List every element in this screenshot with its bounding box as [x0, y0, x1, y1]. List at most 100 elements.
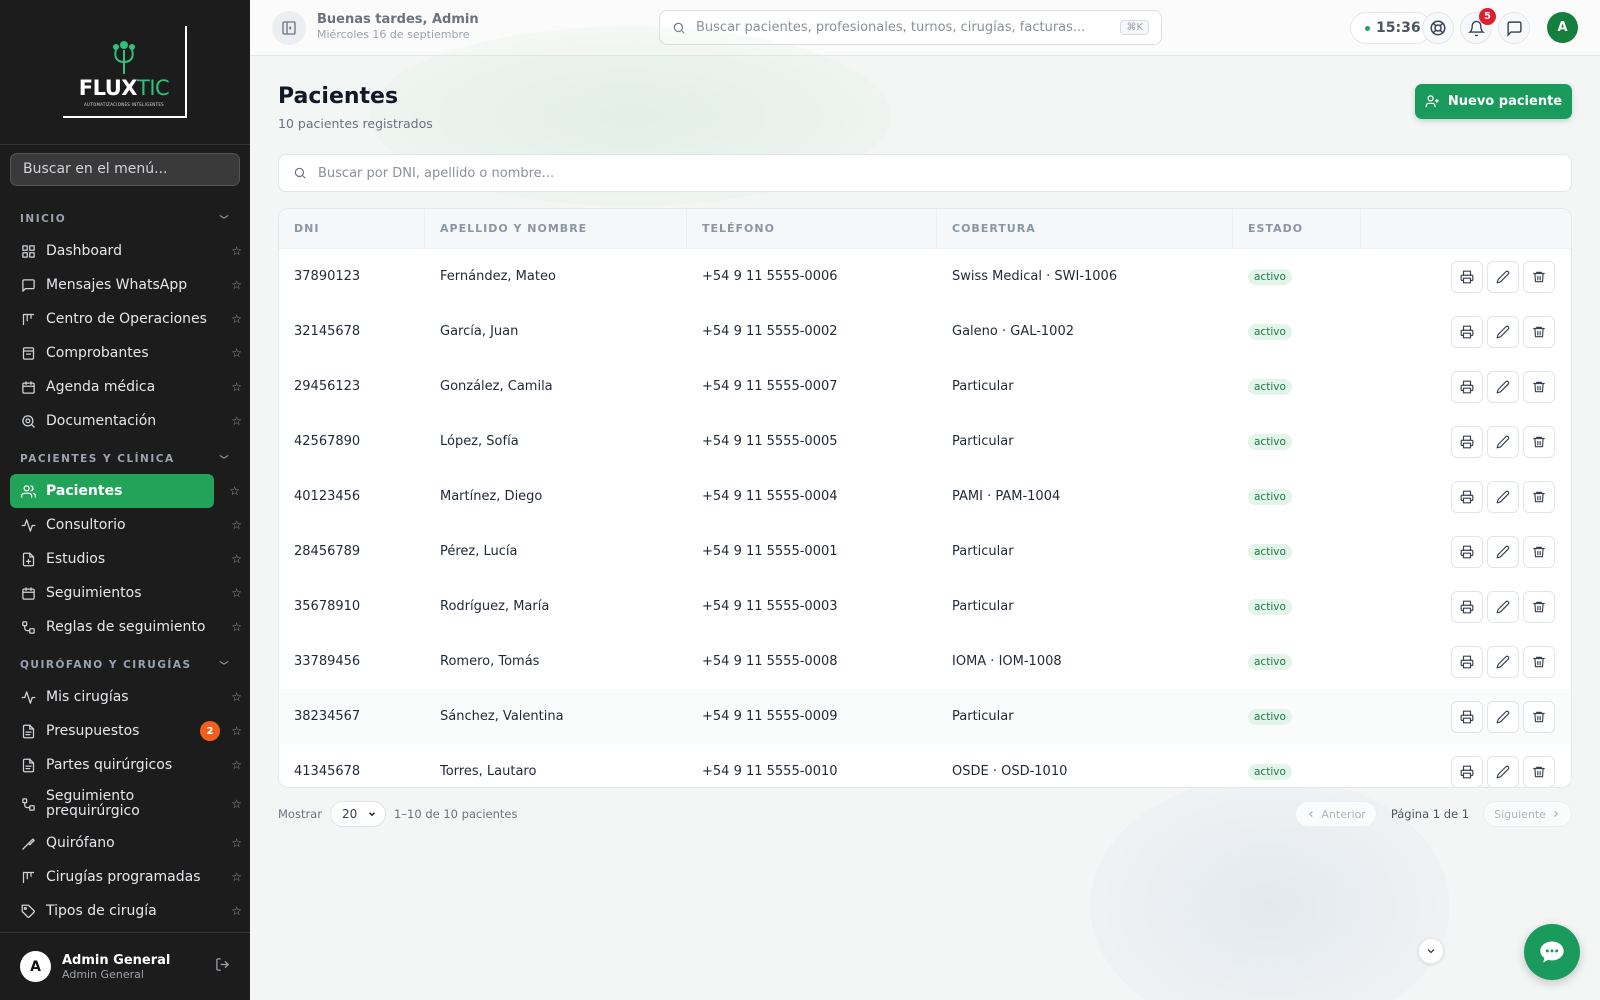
next-page-button[interactable]: Siguiente: [1483, 801, 1572, 827]
help-button[interactable]: [1422, 12, 1454, 44]
sidebar-toggle-button[interactable]: [272, 11, 306, 45]
column-header-dni[interactable]: DNI: [279, 209, 425, 248]
print-button[interactable]: [1451, 260, 1483, 293]
sidebar-item-documentacion[interactable]: Documentación ☆: [10, 404, 242, 438]
star-icon[interactable]: ☆: [231, 312, 242, 326]
delete-button[interactable]: [1523, 590, 1555, 623]
edit-button[interactable]: [1487, 590, 1519, 623]
previous-page-button[interactable]: Anterior: [1295, 801, 1377, 827]
star-icon[interactable]: ☆: [231, 758, 242, 772]
column-header-phone[interactable]: TELÉFONO: [687, 209, 937, 248]
edit-button[interactable]: [1487, 260, 1519, 293]
star-icon[interactable]: ☆: [231, 836, 242, 850]
table-row[interactable]: 42567890 López, Sofía +54 9 11 5555-0005 Pa…: [279, 414, 1571, 469]
print-button[interactable]: [1451, 370, 1483, 403]
sidebar-item-cirugias-programadas[interactable]: Cirugías programadas ☆: [10, 860, 242, 894]
scroll-down-button[interactable]: [1418, 938, 1444, 964]
star-icon[interactable]: ☆: [231, 620, 242, 634]
sidebar-item-consultorio[interactable]: Consultorio ☆: [10, 508, 242, 542]
sidebar-item-reglas-de-seguimiento[interactable]: Reglas de seguimiento ☆: [10, 610, 242, 644]
print-button[interactable]: [1451, 700, 1483, 733]
logout-icon[interactable]: [215, 957, 230, 976]
sidebar-item-centro-de-operaciones[interactable]: Centro de Operaciones ☆: [10, 302, 242, 336]
star-icon[interactable]: ☆: [231, 346, 242, 360]
sidebar-item-estudios[interactable]: Estudios ☆: [10, 542, 242, 576]
sidebar-item-presupuestos[interactable]: Presupuestos 2 ☆: [10, 714, 242, 748]
print-button[interactable]: [1451, 645, 1483, 678]
fluxtic-logo[interactable]: FLUXTIC AUTOMATIZACIONES INTELIGENTES: [63, 26, 187, 118]
star-icon[interactable]: ☆: [231, 518, 242, 532]
page-size-select[interactable]: 20: [329, 801, 386, 827]
user-avatar[interactable]: A: [20, 951, 51, 982]
sidebar-item-mis-cirugias[interactable]: Mis cirugías ☆: [10, 680, 242, 714]
edit-button[interactable]: [1487, 755, 1519, 787]
star-icon[interactable]: ☆: [231, 278, 242, 292]
star-icon[interactable]: ☆: [231, 380, 242, 394]
sidebar-item-seguimiento-prequirurgico[interactable]: Seguimiento prequirúrgico ☆: [10, 782, 242, 826]
sidebar-item-dashboard[interactable]: Dashboard ☆: [10, 234, 242, 268]
delete-button[interactable]: [1523, 425, 1555, 458]
new-patient-button[interactable]: Nuevo paciente: [1415, 84, 1572, 119]
sidebar-item-mensajes-whatsapp[interactable]: Mensajes WhatsApp ☆: [10, 268, 242, 302]
edit-button[interactable]: [1487, 645, 1519, 678]
topbar-avatar[interactable]: A: [1547, 12, 1578, 43]
sidebar-item-agenda-medica[interactable]: Agenda médica ☆: [10, 370, 242, 404]
table-row[interactable]: 38234567 Sánchez, Valentina +54 9 11 5555-…: [279, 689, 1571, 744]
table-row[interactable]: 35678910 Rodríguez, María +54 9 11 5555-00…: [279, 579, 1571, 634]
patient-search-input[interactable]: Buscar por DNI, apellido o nombre...: [278, 154, 1572, 192]
notifications-button[interactable]: 5: [1460, 8, 1496, 44]
sidebar-section-header[interactable]: INICIO ﹀: [0, 208, 250, 230]
star-icon[interactable]: ☆: [231, 552, 242, 566]
sidebar-item-comprobantes[interactable]: Comprobantes ☆: [10, 336, 242, 370]
star-icon[interactable]: ☆: [231, 904, 242, 918]
print-button[interactable]: [1451, 425, 1483, 458]
sidebar-item-partes-quirurgicos[interactable]: Partes quirúrgicos ☆: [10, 748, 242, 782]
star-icon[interactable]: ☆: [229, 484, 240, 498]
table-row[interactable]: 37890123 Fernández, Mateo +54 9 11 5555-00…: [279, 249, 1571, 304]
column-header-name[interactable]: APELLIDO Y NOMBRE: [425, 209, 687, 248]
table-row[interactable]: 33789456 Romero, Tomás +54 9 11 5555-0008 I…: [279, 634, 1571, 689]
sidebar-item-seguimientos[interactable]: Seguimientos ☆: [10, 576, 242, 610]
print-button[interactable]: [1451, 480, 1483, 513]
table-row[interactable]: 40123456 Martínez, Diego +54 9 11 5555-000…: [279, 469, 1571, 524]
star-icon[interactable]: ☆: [231, 244, 242, 258]
delete-button[interactable]: [1523, 260, 1555, 293]
edit-button[interactable]: [1487, 315, 1519, 348]
delete-button[interactable]: [1523, 700, 1555, 733]
delete-button[interactable]: [1523, 370, 1555, 403]
chat-widget-button[interactable]: [1524, 924, 1580, 980]
star-icon[interactable]: ☆: [231, 724, 242, 738]
table-row[interactable]: 28456789 Pérez, Lucía +54 9 11 5555-0001 Pa…: [279, 524, 1571, 579]
star-icon[interactable]: ☆: [231, 797, 242, 811]
delete-button[interactable]: [1523, 535, 1555, 568]
delete-button[interactable]: [1523, 755, 1555, 787]
print-button[interactable]: [1451, 315, 1483, 348]
column-header-coverage[interactable]: COBERTURA: [937, 209, 1233, 248]
delete-button[interactable]: [1523, 645, 1555, 678]
menu-search-input[interactable]: Buscar en el menú...: [10, 153, 240, 186]
sidebar-section-header[interactable]: PACIENTES Y CLÍNICA ﹀: [0, 448, 250, 470]
sidebar-section-header[interactable]: QUIRÓFANO Y CIRUGÍAS ﹀: [0, 654, 250, 676]
edit-button[interactable]: [1487, 370, 1519, 403]
sidebar-item-quirofano[interactable]: Quirófano ☆: [10, 826, 242, 860]
messages-button[interactable]: [1498, 12, 1530, 44]
star-icon[interactable]: ☆: [231, 870, 242, 884]
star-icon[interactable]: ☆: [231, 586, 242, 600]
star-icon[interactable]: ☆: [231, 414, 242, 428]
edit-button[interactable]: [1487, 700, 1519, 733]
print-button[interactable]: [1451, 590, 1483, 623]
table-row[interactable]: 32145678 García, Juan +54 9 11 5555-0002 Ga…: [279, 304, 1571, 359]
sidebar-item-pacientes[interactable]: Pacientes ☆: [10, 474, 240, 508]
edit-button[interactable]: [1487, 425, 1519, 458]
table-row[interactable]: 41345678 Torres, Lautaro +54 9 11 5555-001…: [279, 744, 1571, 787]
column-header-status[interactable]: ESTADO: [1233, 209, 1361, 248]
table-row[interactable]: 29456123 González, Camila +54 9 11 5555-00…: [279, 359, 1571, 414]
edit-button[interactable]: [1487, 480, 1519, 513]
print-button[interactable]: [1451, 755, 1483, 787]
print-button[interactable]: [1451, 535, 1483, 568]
delete-button[interactable]: [1523, 480, 1555, 513]
edit-button[interactable]: [1487, 535, 1519, 568]
sidebar-item-tipos-de-cirugia[interactable]: Tipos de cirugía ☆: [10, 894, 242, 928]
delete-button[interactable]: [1523, 315, 1555, 348]
star-icon[interactable]: ☆: [231, 690, 242, 704]
